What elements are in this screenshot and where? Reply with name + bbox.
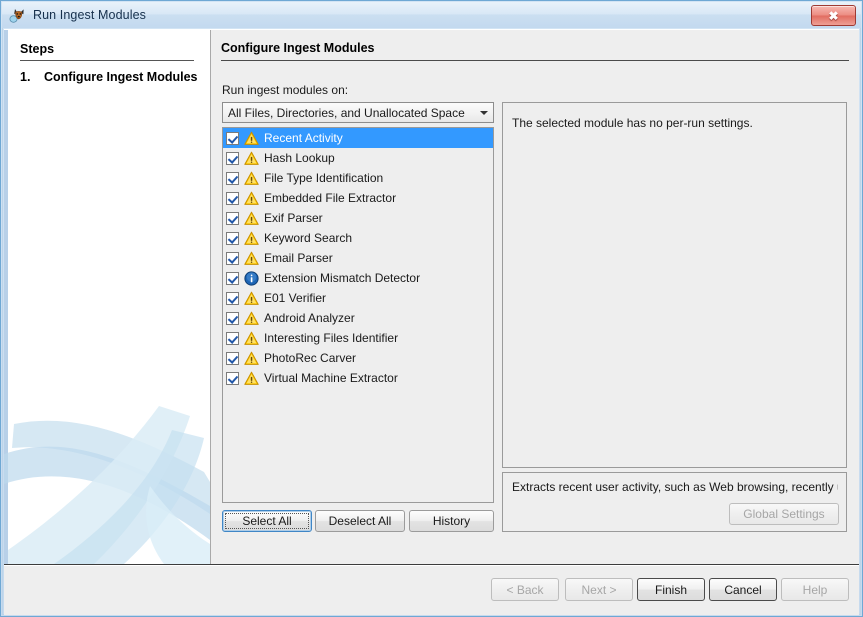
module-label: Extension Mismatch Detector bbox=[264, 271, 420, 285]
warning-triangle-icon bbox=[244, 131, 259, 146]
module-label: Keyword Search bbox=[264, 231, 352, 245]
module-row[interactable]: File Type Identification bbox=[223, 168, 493, 188]
close-icon: ✖ bbox=[828, 10, 838, 22]
steps-heading: Steps bbox=[20, 42, 194, 61]
module-label: Interesting Files Identifier bbox=[264, 331, 398, 345]
module-checkbox[interactable] bbox=[226, 212, 239, 225]
module-row[interactable]: Android Analyzer bbox=[223, 308, 493, 328]
decorative-swoosh-graphic bbox=[4, 364, 210, 564]
steps-panel-edge bbox=[4, 30, 8, 564]
module-label: File Type Identification bbox=[264, 171, 383, 185]
close-button[interactable]: ✖ bbox=[811, 5, 856, 26]
module-checkbox[interactable] bbox=[226, 292, 239, 305]
window-title: Run Ingest Modules bbox=[33, 8, 146, 22]
module-description-panel: Extracts recent user activity, such as W… bbox=[502, 472, 847, 532]
module-label: PhotoRec Carver bbox=[264, 351, 356, 365]
next-label: Next > bbox=[581, 583, 616, 597]
module-row[interactable]: Embedded File Extractor bbox=[223, 188, 493, 208]
help-label: Help bbox=[803, 583, 828, 597]
warning-triangle-icon bbox=[244, 151, 259, 166]
history-label: History bbox=[433, 514, 470, 528]
help-button[interactable]: Help bbox=[781, 578, 849, 601]
module-row[interactable]: PhotoRec Carver bbox=[223, 348, 493, 368]
steps-panel: Steps 1. Configure Ingest Modules bbox=[4, 30, 211, 564]
warning-triangle-icon bbox=[244, 191, 259, 206]
module-label: Recent Activity bbox=[264, 131, 343, 145]
warning-triangle-icon bbox=[244, 251, 259, 266]
history-button[interactable]: History bbox=[409, 510, 494, 532]
module-description-text: Extracts recent user activity, such as W… bbox=[512, 480, 838, 494]
module-checkbox[interactable] bbox=[226, 372, 239, 385]
dialog-content: Steps 1. Configure Ingest Modules Config… bbox=[4, 29, 859, 613]
warning-triangle-icon bbox=[244, 311, 259, 326]
module-row[interactable]: Virtual Machine Extractor bbox=[223, 368, 493, 388]
module-checkbox[interactable] bbox=[226, 152, 239, 165]
module-label: Android Analyzer bbox=[264, 311, 355, 325]
module-settings-panel: The selected module has no per-run setti… bbox=[502, 102, 847, 468]
module-settings-message: The selected module has no per-run setti… bbox=[512, 116, 753, 130]
step-number: 1. bbox=[20, 70, 44, 84]
run-ingest-modules-dialog: Run Ingest Modules ✖ Steps 1. Configure … bbox=[0, 0, 863, 617]
warning-triangle-icon bbox=[244, 351, 259, 366]
module-label: Email Parser bbox=[264, 251, 333, 265]
module-row[interactable]: Email Parser bbox=[223, 248, 493, 268]
module-label: Virtual Machine Extractor bbox=[264, 371, 398, 385]
cancel-button[interactable]: Cancel bbox=[709, 578, 777, 601]
run-ingest-modules-on-select[interactable]: All Files, Directories, and Unallocated … bbox=[222, 102, 494, 123]
step-item-1: 1. Configure Ingest Modules bbox=[20, 70, 197, 84]
module-checkbox[interactable] bbox=[226, 172, 239, 185]
select-all-button[interactable]: Select All bbox=[222, 510, 312, 532]
deselect-all-label: Deselect All bbox=[329, 514, 392, 528]
cancel-label: Cancel bbox=[724, 583, 761, 597]
deselect-all-button[interactable]: Deselect All bbox=[315, 510, 405, 532]
module-label: Embedded File Extractor bbox=[264, 191, 396, 205]
module-checkbox[interactable] bbox=[226, 132, 239, 145]
warning-triangle-icon bbox=[244, 291, 259, 306]
combo-selected-value: All Files, Directories, and Unallocated … bbox=[223, 106, 475, 120]
module-checkbox[interactable] bbox=[226, 252, 239, 265]
module-row[interactable]: Keyword Search bbox=[223, 228, 493, 248]
warning-triangle-icon bbox=[244, 171, 259, 186]
module-checkbox[interactable] bbox=[226, 352, 239, 365]
global-settings-label: Global Settings bbox=[743, 507, 824, 521]
module-checkbox[interactable] bbox=[226, 312, 239, 325]
warning-triangle-icon bbox=[244, 231, 259, 246]
info-circle-icon bbox=[244, 271, 259, 286]
next-button[interactable]: Next > bbox=[565, 578, 633, 601]
module-row[interactable]: Extension Mismatch Detector bbox=[223, 268, 493, 288]
ingest-modules-list[interactable]: Recent Activity Hash Lookup File Type Iden… bbox=[222, 127, 494, 503]
module-checkbox[interactable] bbox=[226, 232, 239, 245]
main-pane: Configure Ingest Modules Run ingest modu… bbox=[211, 30, 859, 564]
module-row[interactable]: Recent Activity bbox=[223, 128, 493, 148]
global-settings-button[interactable]: Global Settings bbox=[729, 503, 839, 525]
warning-triangle-icon bbox=[244, 211, 259, 226]
finish-button[interactable]: Finish bbox=[637, 578, 705, 601]
chevron-down-icon bbox=[475, 111, 493, 115]
back-label: < Back bbox=[506, 583, 543, 597]
run-on-label: Run ingest modules on: bbox=[222, 83, 348, 97]
module-row[interactable]: Exif Parser bbox=[223, 208, 493, 228]
module-checkbox[interactable] bbox=[226, 332, 239, 345]
back-button[interactable]: < Back bbox=[491, 578, 559, 601]
module-row[interactable]: Hash Lookup bbox=[223, 148, 493, 168]
module-checkbox[interactable] bbox=[226, 272, 239, 285]
title-bar: Run Ingest Modules ✖ bbox=[2, 2, 861, 28]
module-row[interactable]: E01 Verifier bbox=[223, 288, 493, 308]
warning-triangle-icon bbox=[244, 331, 259, 346]
select-all-label: Select All bbox=[242, 514, 291, 528]
module-label: Hash Lookup bbox=[264, 151, 335, 165]
module-label: E01 Verifier bbox=[264, 291, 326, 305]
module-row[interactable]: Interesting Files Identifier bbox=[223, 328, 493, 348]
bottom-button-bar: < Back Next > Finish Cancel Help bbox=[4, 565, 859, 615]
module-label: Exif Parser bbox=[264, 211, 323, 225]
step-label: Configure Ingest Modules bbox=[44, 70, 197, 84]
warning-triangle-icon bbox=[244, 371, 259, 386]
module-checkbox[interactable] bbox=[226, 192, 239, 205]
autopsy-dog-icon bbox=[9, 6, 27, 24]
page-title: Configure Ingest Modules bbox=[221, 41, 849, 61]
finish-label: Finish bbox=[655, 583, 687, 597]
